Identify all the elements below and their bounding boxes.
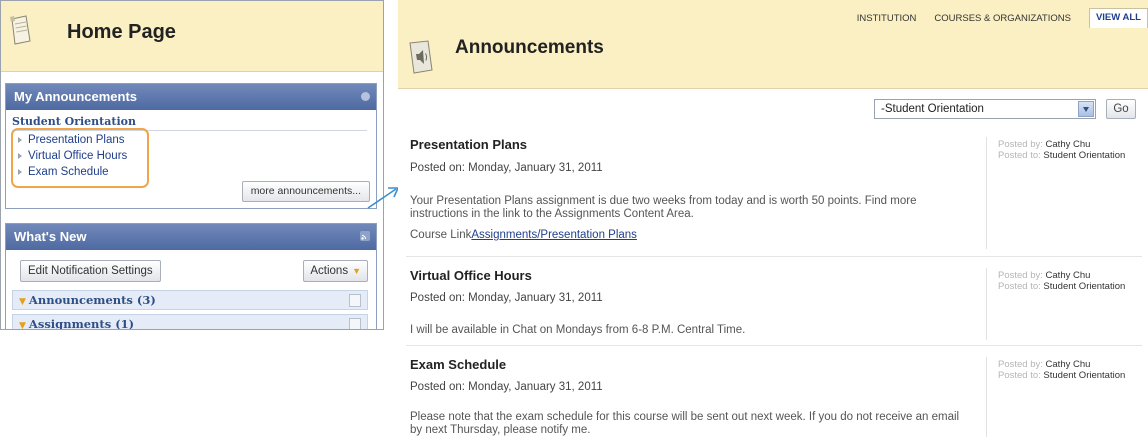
page-icon [10, 15, 31, 45]
announcement-link-virtual-office-hours[interactable]: Virtual Office Hours [18, 148, 127, 164]
module-title: My Announcements [14, 89, 138, 104]
posted-to: Student Orientation [1043, 281, 1126, 292]
post-body: I will be available in Chat on Mondays f… [410, 324, 746, 336]
tab-courses-organizations[interactable]: COURSES & ORGANIZATIONS [934, 13, 1071, 24]
category-announcements[interactable]: ▼ Announcements (3) [12, 290, 368, 310]
post-title: Exam Schedule [410, 357, 507, 372]
expand-chevron-icon: ▼ [19, 297, 26, 307]
my-announcements-module: My Announcements Student Orientation Pre… [5, 83, 377, 209]
actions-menu-button[interactable]: Actions ▼ [303, 260, 368, 282]
course-link-line: Course LinkAssignments/Presentation Plan… [410, 229, 970, 242]
speaker-icon [409, 40, 433, 74]
go-button[interactable]: Go [1106, 99, 1136, 119]
rss-icon[interactable] [360, 231, 370, 241]
edit-notification-settings-button[interactable]: Edit Notification Settings [20, 260, 161, 282]
course-filter-select[interactable]: -Student Orientation [874, 99, 1096, 119]
posted-by-label: Posted by: [998, 270, 1043, 281]
posted-to: Student Orientation [1043, 370, 1126, 381]
separator [406, 345, 1142, 346]
page-title: Home Page [67, 21, 176, 43]
announcement-post: Exam Schedule Posted on: Monday, January… [398, 357, 1148, 437]
category-assignments[interactable]: ▼ Assignments (1) [12, 314, 368, 330]
home-page-header: Home Page [1, 1, 383, 72]
actions-label: Actions [310, 265, 349, 277]
whats-new-header: What's New [6, 224, 376, 250]
module-options-icon[interactable] [361, 92, 370, 101]
post-date: Posted on: Monday, January 31, 2011 [410, 292, 603, 304]
course-link[interactable]: Assignments/Presentation Plans [471, 229, 637, 241]
posted-to-label: Posted to: [998, 281, 1041, 292]
posted-by-label: Posted by: [998, 139, 1043, 150]
announcement-link-presentation-plans[interactable]: Presentation Plans [18, 132, 127, 148]
course-filter-value: -Student Orientation [881, 103, 984, 115]
more-announcements-button[interactable]: more announcements... [241, 181, 370, 202]
tab-institution[interactable]: INSTITUTION [857, 13, 917, 24]
posted-to-label: Posted to: [998, 150, 1041, 161]
course-link-prefix: Course Link [410, 229, 472, 241]
post-body: Your Presentation Plans assignment is du… [410, 195, 917, 220]
collapse-box-icon[interactable] [349, 318, 361, 329]
post-date: Posted on: Monday, January 31, 2011 [410, 381, 603, 393]
announcement-list: Presentation Plans Virtual Office Hours … [18, 132, 127, 180]
divider [986, 357, 987, 437]
posted-by: Cathy Chu [1045, 270, 1091, 281]
tab-view-all[interactable]: VIEW ALL [1088, 8, 1148, 28]
announcement-post: Virtual Office Hours Posted on: Monday, … [398, 268, 1148, 343]
category-label: Assignments (1) [28, 317, 135, 330]
announcements-page: INSTITUTION COURSES & ORGANIZATIONS VIEW… [398, 0, 1148, 437]
category-label: Announcements (3) [28, 293, 156, 307]
posted-by: Cathy Chu [1045, 139, 1091, 150]
collapse-box-icon[interactable] [349, 294, 361, 307]
announcement-post: Presentation Plans Posted on: Monday, Ja… [398, 137, 1148, 255]
post-meta: Posted by: Cathy Chu Posted to: Student … [998, 359, 1138, 381]
posted-by-label: Posted by: [998, 359, 1043, 370]
post-date: Posted on: Monday, January 31, 2011 [410, 162, 603, 174]
divider [986, 137, 987, 249]
post-title: Virtual Office Hours [410, 268, 532, 283]
post-meta: Posted by: Cathy Chu Posted to: Student … [998, 270, 1138, 292]
view-tabs: INSTITUTION COURSES & ORGANIZATIONS VIEW… [857, 8, 1148, 28]
expand-chevron-icon: ▼ [19, 321, 26, 330]
my-announcements-header: My Announcements [6, 84, 376, 110]
post-body: Please note that the exam schedule for t… [410, 411, 960, 436]
page-title: Announcements [455, 37, 604, 58]
posted-to: Student Orientation [1043, 150, 1126, 161]
post-meta: Posted by: Cathy Chu Posted to: Student … [998, 139, 1138, 161]
home-page-panel: Home Page My Announcements Student Orien… [0, 0, 384, 330]
module-title: What's New [14, 229, 87, 244]
divider [986, 268, 987, 340]
separator [406, 256, 1142, 257]
announcements-header: INSTITUTION COURSES & ORGANIZATIONS VIEW… [398, 0, 1148, 89]
chevron-down-icon[interactable] [1078, 101, 1094, 117]
posted-to-label: Posted to: [998, 370, 1041, 381]
whats-new-module: What's New Edit Notification Settings Ac… [5, 223, 377, 330]
announcement-link-exam-schedule[interactable]: Exam Schedule [18, 164, 127, 180]
chevron-down-icon: ▼ [352, 266, 361, 276]
posted-by: Cathy Chu [1045, 359, 1091, 370]
post-title: Presentation Plans [410, 137, 528, 152]
